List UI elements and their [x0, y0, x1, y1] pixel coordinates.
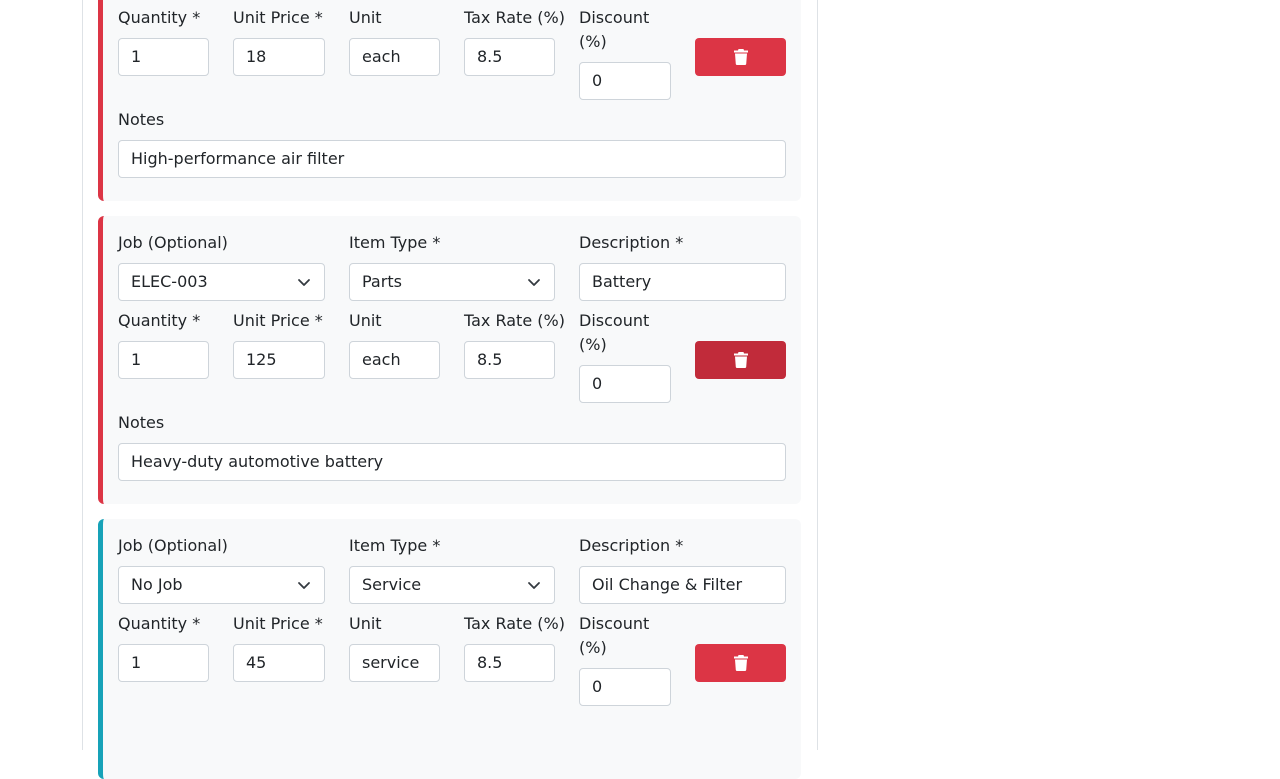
description-label: Description * — [579, 233, 684, 252]
trash-icon — [733, 352, 748, 368]
job-select-value: No Job — [131, 575, 183, 594]
unit-price-input[interactable]: 18 — [233, 38, 325, 76]
quantity-label: Quantity * — [118, 311, 201, 330]
unit-input[interactable]: each — [349, 341, 440, 379]
chevron-down-icon — [528, 582, 540, 589]
unit-label: Unit — [349, 8, 382, 27]
item-type-select[interactable]: Service — [349, 566, 555, 604]
discount-label-unit: (%) — [579, 32, 607, 51]
notes-input[interactable]: High-performance air filter — [118, 140, 786, 178]
unit-price-input[interactable]: 125 — [233, 341, 325, 379]
item-type-label: Item Type * — [349, 233, 441, 252]
item-type-select[interactable]: Parts — [349, 263, 555, 301]
discount-label-unit: (%) — [579, 638, 607, 657]
chevron-down-icon — [298, 279, 310, 286]
delete-item-button[interactable] — [695, 38, 786, 76]
description-input[interactable]: Oil Change & Filter — [579, 566, 786, 604]
job-select-value: ELEC-003 — [131, 272, 208, 291]
trash-icon — [733, 655, 748, 671]
unit-label: Unit — [349, 311, 382, 330]
notes-input[interactable]: Heavy-duty automotive battery — [118, 443, 786, 481]
job-select[interactable]: No Job — [118, 566, 325, 604]
quantity-input[interactable]: 1 — [118, 341, 209, 379]
delete-item-button[interactable] — [695, 644, 786, 682]
unit-price-label: Unit Price * — [233, 614, 323, 633]
discount-label: Discount — [579, 311, 650, 330]
discount-input[interactable]: 0 — [579, 62, 671, 100]
notes-label: Notes — [118, 110, 165, 129]
tax-rate-label: Tax Rate (%) — [464, 311, 565, 330]
description-label: Description * — [579, 536, 684, 555]
unit-label: Unit — [349, 614, 382, 633]
tax-rate-input[interactable]: 8.5 — [464, 644, 555, 682]
discount-label-unit: (%) — [579, 335, 607, 354]
discount-label: Discount — [579, 8, 650, 27]
delete-item-button[interactable] — [695, 341, 786, 379]
item-type-label: Item Type * — [349, 536, 441, 555]
quantity-input[interactable]: 1 — [118, 644, 209, 682]
quantity-input[interactable]: 1 — [118, 38, 209, 76]
unit-input[interactable]: service — [349, 644, 440, 682]
unit-price-input[interactable]: 45 — [233, 644, 325, 682]
item-type-select-value: Service — [362, 575, 422, 594]
trash-icon — [733, 49, 748, 65]
chevron-down-icon — [298, 582, 310, 589]
job-label: Job (Optional) — [118, 536, 228, 555]
tax-rate-input[interactable]: 8.5 — [464, 341, 555, 379]
discount-input[interactable]: 0 — [579, 668, 671, 706]
item-type-select-value: Parts — [362, 272, 402, 291]
discount-label: Discount — [579, 614, 650, 633]
notes-label: Notes — [118, 413, 165, 432]
tax-rate-label: Tax Rate (%) — [464, 614, 565, 633]
unit-input[interactable]: each — [349, 38, 440, 76]
job-label: Job (Optional) — [118, 233, 228, 252]
chevron-down-icon — [528, 279, 540, 286]
quantity-label: Quantity * — [118, 8, 201, 27]
tax-rate-label: Tax Rate (%) — [464, 8, 565, 27]
description-input[interactable]: Battery — [579, 263, 786, 301]
discount-input[interactable]: 0 — [579, 365, 671, 403]
tax-rate-input[interactable]: 8.5 — [464, 38, 555, 76]
unit-price-label: Unit Price * — [233, 311, 323, 330]
unit-price-label: Unit Price * — [233, 8, 323, 27]
quantity-label: Quantity * — [118, 614, 201, 633]
job-select[interactable]: ELEC-003 — [118, 263, 325, 301]
